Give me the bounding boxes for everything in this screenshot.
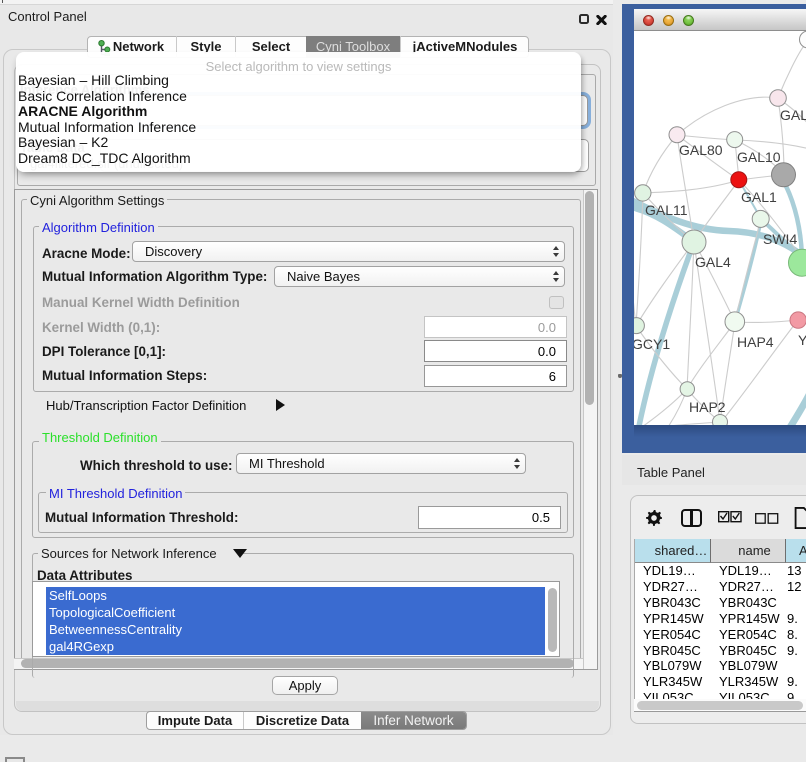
- svg-text:GAL7: GAL7: [780, 107, 806, 123]
- svg-text:GCY1: GCY1: [634, 336, 670, 352]
- svg-text:HAP2: HAP2: [689, 399, 726, 415]
- svg-text:GAL10: GAL10: [737, 149, 781, 165]
- svg-text:GAL1: GAL1: [741, 189, 777, 205]
- svg-text:GAL11: GAL11: [645, 202, 688, 218]
- svg-text:GAL80: GAL80: [679, 142, 723, 158]
- svg-text:HAP4: HAP4: [737, 334, 774, 350]
- svg-text:Y: Y: [798, 332, 806, 348]
- svg-text:GAL4: GAL4: [695, 254, 731, 270]
- svg-text:SWI4: SWI4: [763, 231, 797, 247]
